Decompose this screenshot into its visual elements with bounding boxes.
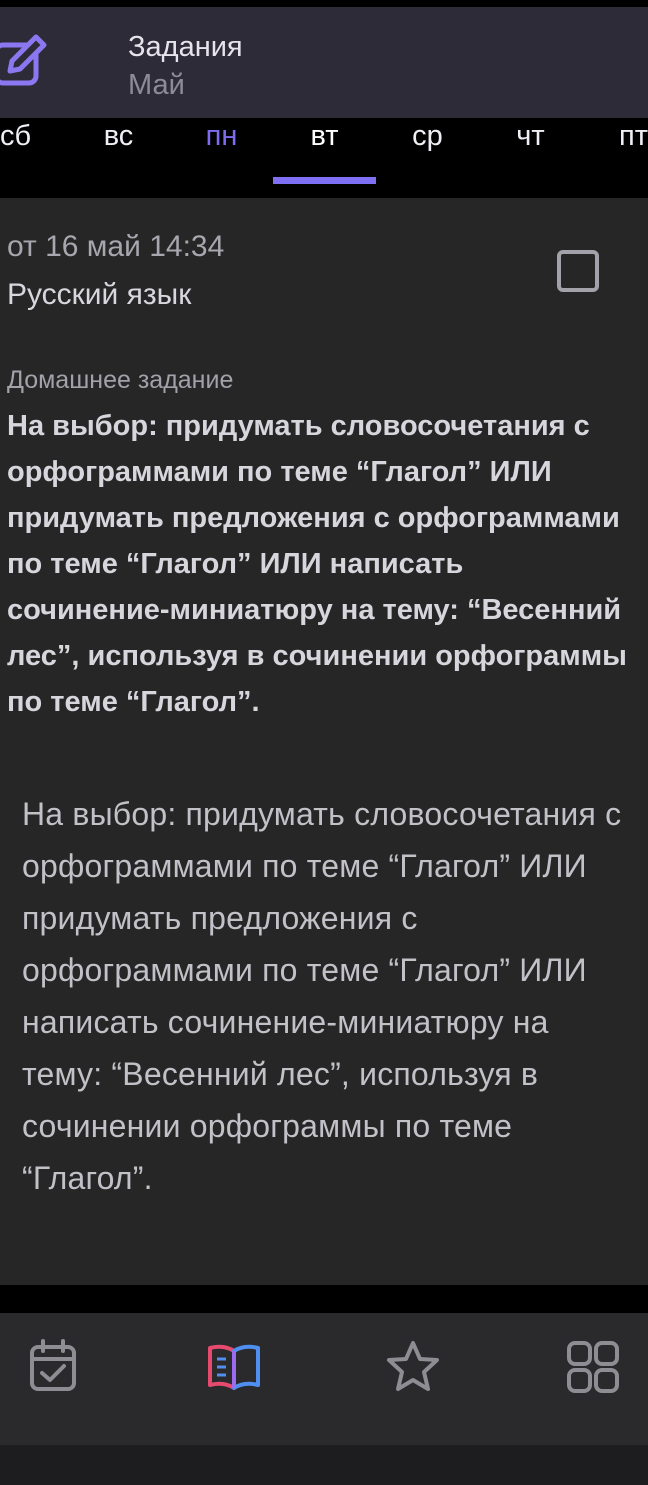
homework-text: На выбор: придумать словосочетания с орф… bbox=[7, 410, 627, 718]
bottom-navigation bbox=[0, 1313, 648, 1445]
system-navigation-bar bbox=[0, 1445, 648, 1485]
edit-icon[interactable] bbox=[0, 29, 52, 93]
selected-tab-indicator bbox=[273, 177, 376, 184]
homework-full-text: На выбор: придумать словосочетания с орф… bbox=[22, 796, 622, 1196]
done-checkbox[interactable] bbox=[557, 250, 599, 292]
tab-day-mon[interactable]: пн bbox=[170, 118, 273, 198]
task-card: от 16 май 14:34 Русский язык Домашнее за… bbox=[0, 198, 648, 1285]
week-day-tabs: сб вс пн вт ср чт пт bbox=[0, 118, 648, 198]
tab-day-thu[interactable]: чт bbox=[479, 118, 582, 198]
book-icon[interactable] bbox=[204, 1337, 264, 1397]
homework-label: Домашнее задание bbox=[7, 366, 234, 394]
task-date: от 16 май 14:34 bbox=[7, 230, 225, 263]
tab-day-wed[interactable]: ср bbox=[376, 118, 479, 198]
status-bar bbox=[0, 0, 648, 7]
grid-icon[interactable] bbox=[563, 1337, 623, 1397]
task-subject: Русский язык bbox=[7, 278, 192, 311]
star-icon[interactable] bbox=[383, 1337, 443, 1397]
tab-day-tue[interactable]: вт bbox=[273, 118, 376, 198]
tab-day-sun[interactable]: вс bbox=[67, 118, 170, 198]
page-title: Задания bbox=[128, 31, 243, 63]
app-header: Задания Май bbox=[0, 7, 648, 118]
tab-day-sat[interactable]: сб bbox=[0, 118, 67, 198]
calendar-check-icon[interactable] bbox=[24, 1337, 84, 1397]
tab-day-fri[interactable]: пт bbox=[582, 118, 648, 198]
divider bbox=[0, 1285, 648, 1313]
month-label: Май bbox=[128, 69, 185, 101]
